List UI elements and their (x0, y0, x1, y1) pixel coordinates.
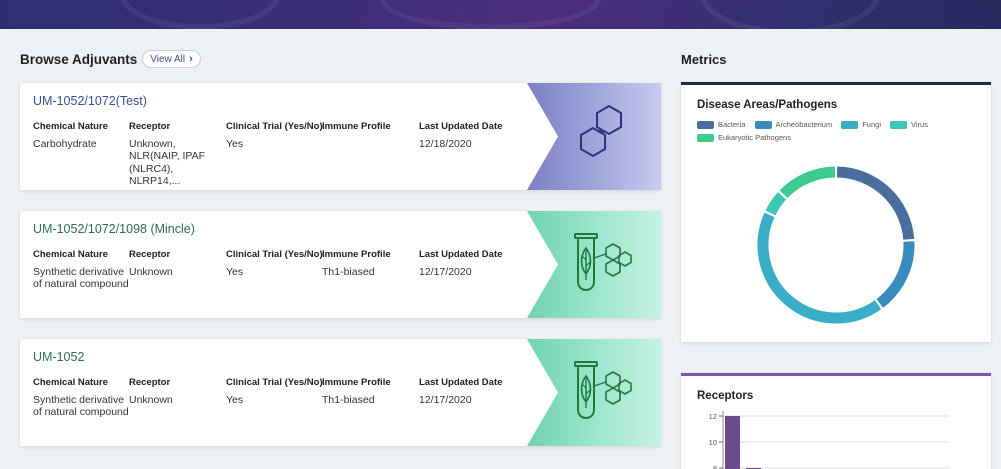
disease-panel-title: Disease Areas/Pathogens (697, 99, 838, 111)
field-chemical-nature: Chemical Nature Synthetic derivative of … (33, 377, 129, 419)
field-clinical-trial: Clinical Trial (Yes/No) Yes (226, 249, 323, 291)
legend-swatch (697, 120, 714, 129)
field-value: Synthetic derivative of natural compound (33, 393, 129, 419)
legend-label: Archeobacterium (775, 120, 833, 129)
field-last-updated: Last Updated Date 12/17/2020 (419, 377, 519, 419)
card-art (527, 339, 661, 446)
test-tube-leaf-icon (574, 361, 632, 419)
legend-swatch (754, 120, 772, 129)
legend-label: Bacteria (718, 120, 746, 129)
legend-label: Fungi (862, 120, 881, 129)
field-value: Unknown (129, 265, 173, 278)
card-art (527, 211, 661, 318)
donut-slice-archeobacterium[interactable] (876, 241, 915, 308)
hexagons-icon (580, 104, 622, 158)
field-value: Yes (226, 393, 244, 406)
adjuvant-card[interactable]: UM-1052 Chemical Nature Synthetic deriva… (20, 339, 661, 446)
field-label: Chemical Nature (33, 121, 108, 132)
receptors-panel-title: Receptors (697, 390, 754, 402)
field-receptor: Receptor Unknown (129, 377, 226, 419)
legend-item[interactable]: Archeobacterium (754, 120, 833, 129)
donut-slice-bacteria[interactable] (836, 166, 915, 240)
legend-item[interactable]: Virus (889, 120, 928, 129)
field-label: Receptor (129, 377, 171, 388)
field-label: Chemical Nature (33, 377, 108, 388)
card-title[interactable]: UM-1052/1072(Test) (33, 94, 147, 108)
field-value: Yes (226, 265, 244, 278)
disease-donut-chart (757, 166, 915, 324)
metrics-title: Metrics (681, 52, 727, 67)
field-value: Carbohydrate (33, 137, 97, 150)
field-label: Clinical Trial (Yes/No) (226, 249, 323, 260)
field-label: Last Updated Date (419, 377, 503, 388)
field-value: Th1-biased (322, 265, 375, 278)
browse-title: Browse Adjuvants (20, 51, 138, 67)
field-label: Immune Profile (322, 377, 391, 388)
field-label: Immune Profile (322, 249, 391, 260)
card-fields: Chemical Nature Carbohydrate Receptor Un… (33, 121, 519, 188)
field-last-updated: Last Updated Date 12/18/2020 (419, 121, 519, 188)
field-label: Clinical Trial (Yes/No) (226, 377, 323, 388)
field-chemical-nature: Chemical Nature Synthetic derivative of … (33, 249, 129, 291)
adjuvant-card[interactable]: UM-1052/1072(Test) Chemical Nature Carbo… (20, 83, 661, 190)
field-receptor: Receptor Unknown (129, 249, 226, 291)
field-label: Last Updated Date (419, 249, 503, 260)
test-tube-leaf-icon (574, 233, 632, 291)
receptor-bar[interactable] (725, 416, 740, 469)
header-banner (0, 0, 1001, 29)
field-label: Chemical Nature (33, 249, 108, 260)
chart-legend: Bacteria Archeobacterium Fungi Virus Eukaryo… (697, 120, 967, 142)
legend-item[interactable]: Fungi (841, 120, 881, 129)
receptors-panel: Receptors 8 10 12 (681, 373, 991, 469)
receptors-bar-chart: 8 10 12 (709, 411, 949, 469)
field-label: Last Updated Date (419, 121, 503, 132)
field-value: Synthetic derivative of natural compound (33, 265, 129, 291)
field-immune-profile: Immune Profile Th1-biased (322, 249, 419, 291)
view-all-button[interactable]: View All › (142, 50, 201, 68)
browse-header: Browse Adjuvants View All › (20, 50, 201, 68)
field-last-updated: Last Updated Date 12/17/2020 (419, 249, 519, 291)
card-fields: Chemical Nature Synthetic derivative of … (33, 377, 519, 419)
donut-slice-fungi[interactable] (757, 212, 882, 324)
card-fields: Chemical Nature Synthetic derivative of … (33, 249, 519, 291)
donut-slice-virus[interactable] (765, 192, 787, 216)
field-value: Yes (226, 137, 244, 150)
field-value: Unknown, NLR(NAIP, IPAF (NLRC4), NLRP14,… (129, 137, 206, 188)
field-clinical-trial: Clinical Trial (Yes/No) Yes (226, 377, 323, 419)
y-tick-label: 10 (709, 438, 717, 447)
legend-label: Virus (910, 120, 928, 129)
field-immune-profile: Immune Profile Th1-biased (322, 377, 419, 419)
card-title[interactable]: UM-1052 (33, 350, 84, 364)
donut-slice-eukaryotic-pathogens[interactable] (779, 166, 836, 199)
field-clinical-trial: Clinical Trial (Yes/No) Yes (226, 121, 323, 188)
adjuvant-card[interactable]: UM-1052/1072/1098 (Mincle) Chemical Natu… (20, 211, 661, 318)
field-label: Receptor (129, 249, 171, 260)
y-tick-label: 12 (709, 412, 717, 421)
legend-item[interactable]: Bacteria (697, 120, 746, 129)
legend-item[interactable]: Eukaryotic Pathogens (697, 133, 791, 142)
legend-swatch (841, 120, 859, 129)
field-value: 12/17/2020 (419, 393, 472, 406)
card-title[interactable]: UM-1052/1072/1098 (Mincle) (33, 222, 195, 236)
field-chemical-nature: Chemical Nature Carbohydrate (33, 121, 129, 188)
field-value: Th1-biased (322, 393, 375, 406)
field-label: Receptor (129, 121, 171, 132)
field-label: Clinical Trial (Yes/No) (226, 121, 323, 132)
field-label: Immune Profile (322, 121, 391, 132)
card-art (527, 83, 661, 190)
chevron-right-icon: › (189, 53, 193, 65)
field-immune-profile: Immune Profile (322, 121, 419, 188)
field-value: Unknown (129, 393, 173, 406)
legend-label: Eukaryotic Pathogens (718, 133, 791, 142)
legend-swatch (889, 120, 907, 129)
y-tick-label: 8 (713, 464, 717, 469)
legend-swatch (697, 133, 714, 142)
field-receptor: Receptor Unknown, NLR(NAIP, IPAF (NLRC4)… (129, 121, 226, 188)
field-value: 12/18/2020 (419, 137, 472, 150)
view-all-label: View All (150, 53, 186, 65)
disease-areas-panel: Disease Areas/Pathogens Bacteria Archeoba… (681, 82, 991, 342)
field-value: 12/17/2020 (419, 265, 472, 278)
